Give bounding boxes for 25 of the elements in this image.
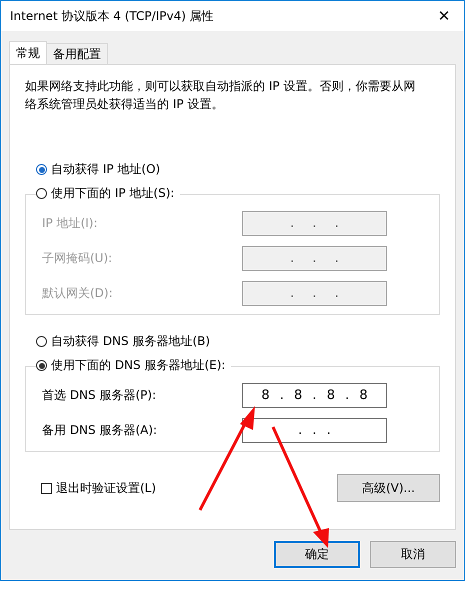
radio-label: 自动获得 IP 地址(O) [51, 161, 160, 178]
tab[interactable]: 备用配置 [46, 43, 108, 64]
tab[interactable]: 常规 [9, 41, 47, 64]
field-label: 备用 DNS 服务器(A): [42, 422, 158, 439]
radio-label: 使用下面的 DNS 服务器地址(E): [51, 357, 226, 374]
field-label: 首选 DNS 服务器(P): [42, 387, 156, 404]
close-button[interactable]: ✕ [424, 1, 464, 31]
radio-button[interactable] [36, 164, 47, 175]
radio-label: 使用下面的 IP 地址(S): [51, 185, 174, 202]
radio-button[interactable] [36, 188, 47, 199]
field-label: 默认网关(D): [42, 285, 113, 302]
ip-address-field[interactable]: . . . [242, 418, 387, 443]
dialog-button[interactable]: 确定 [274, 541, 360, 568]
ip-address-field[interactable]: 8 . 8 . 8 . 8 [242, 383, 387, 408]
radio-label: 自动获得 DNS 服务器地址(B) [51, 333, 210, 350]
window-title: Internet 协议版本 4 (TCP/IPv4) 属性 [10, 8, 214, 24]
dialog-button[interactable]: 取消 [370, 541, 456, 568]
radio-button[interactable] [36, 360, 47, 371]
checkbox-label: 退出时验证设置(L) [56, 480, 156, 496]
advanced-button[interactable]: 高级(V)... [337, 474, 440, 502]
radio-button[interactable] [36, 336, 47, 347]
description-text: 如果网络支持此功能，则可以获取自动指派的 IP 设置。否则，你需要从网络系统管理员处获得适当的 IP 设置。 [25, 78, 416, 113]
field-label: 子网掩码(U): [42, 250, 112, 267]
checkbox[interactable] [41, 482, 52, 494]
field-label: IP 地址(I): [42, 215, 98, 232]
